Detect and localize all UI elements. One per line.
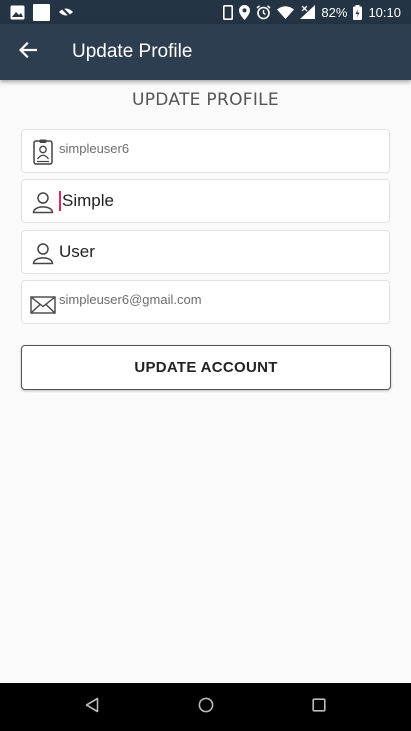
recents-square-icon (312, 697, 326, 717)
envelope-icon (30, 291, 56, 317)
arrow-back-icon (18, 41, 38, 63)
status-right-icons: 82% 10:10 (223, 3, 401, 21)
nav-back-button[interactable] (80, 695, 104, 719)
alarm-icon (256, 4, 271, 20)
back-button[interactable] (12, 36, 44, 68)
user-id-icon (30, 139, 56, 165)
last-name-field[interactable]: User (21, 230, 390, 274)
back-triangle-icon (85, 697, 99, 718)
wifi-icon (277, 5, 295, 19)
last-name-value: User (59, 242, 95, 261)
nav-recents-button[interactable] (307, 695, 331, 719)
home-circle-icon (198, 697, 214, 718)
first-name-value: Simple (62, 191, 114, 210)
username-value: simpleuser6 (59, 141, 130, 156)
clock-time: 10:10 (368, 4, 401, 20)
email-field[interactable]: simpleuser6@gmail.com (21, 280, 390, 324)
first-name-input[interactable]: Simple (59, 180, 114, 222)
navigation-bar (0, 683, 411, 731)
status-left-icons (10, 3, 74, 21)
battery-percent: 82% (321, 4, 348, 20)
person-icon (30, 189, 56, 215)
status-bar: 82% 10:10 (0, 0, 411, 24)
image-icon (10, 5, 25, 20)
page-title: Update Profile (72, 41, 193, 62)
nav-home-button[interactable] (194, 695, 218, 719)
signal-icon (300, 5, 316, 19)
square-notification-icon (33, 3, 50, 21)
update-account-button[interactable]: UPDATE ACCOUNT (21, 345, 391, 390)
first-name-field[interactable]: Simple (21, 179, 390, 223)
person-icon (30, 240, 56, 266)
text-cursor (59, 191, 61, 211)
location-icon (239, 4, 251, 20)
form-heading: UPDATE PROFILE (132, 90, 279, 110)
phone-icon (223, 4, 234, 20)
email-value: simpleuser6@gmail.com (59, 292, 202, 307)
eye-off-icon (58, 5, 74, 19)
username-field[interactable]: simpleuser6 (21, 129, 390, 173)
app-bar: Update Profile (0, 24, 411, 80)
battery-icon (353, 4, 363, 20)
